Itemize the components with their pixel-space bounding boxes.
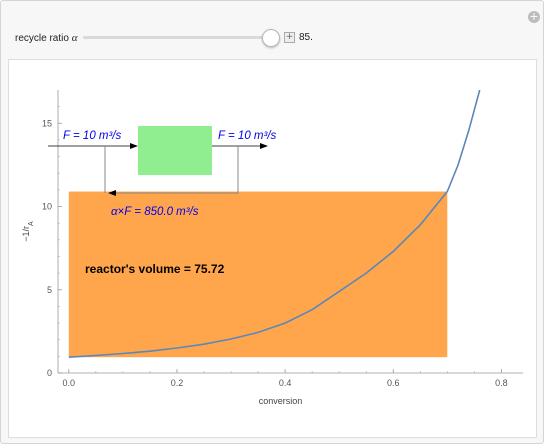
outlet-flow-label: F = 10 m³/s [218,130,277,142]
x-tick-label: 0.6 [387,378,400,388]
plus-circle-icon[interactable]: + [528,11,540,23]
recycle-ratio-value: 85. [299,32,313,43]
recycle-flow-label: α×F = 850.0 m³/s [111,206,199,218]
recycle-ratio-slider-thumb[interactable] [262,29,280,47]
y-axis-label: −1/rA [21,221,35,242]
x-axis-label: conversion [259,396,303,406]
recycle-ratio-label: recycle ratio α [15,32,78,44]
y-tick-label: 15 [42,118,52,128]
plot-area: 0.0 0.2 0.4 0.6 0.8 0 5 10 15 conversion −1/rA F =… [8,59,537,438]
conversion-chart: 0.0 0.2 0.4 0.6 0.8 0 5 10 15 conversion −1/rA F =… [21,90,523,406]
reactor-volume-label: reactor's volume = 75.72 [85,262,225,276]
demonstration-panel: + recycle ratio α + 85. 0.0 0.2 0.4 0.6 0.8 0… [0,0,544,444]
feed-flow-label: F = 10 m³/s [63,130,122,142]
outlet-arrowhead [260,143,268,149]
y-tick-label: 0 [47,368,52,378]
x-tick-label: 0.0 [63,378,76,388]
plus-icon[interactable]: + [284,32,295,43]
x-tick-label: 0.8 [495,378,508,388]
x-tick-label: 0.2 [171,378,184,388]
reactor-box [138,126,212,175]
y-tick-label: 10 [42,202,52,212]
y-tick-label: 5 [47,285,52,295]
feed-arrowhead [130,143,138,149]
recycle-ratio-slider[interactable] [83,36,280,39]
x-tick-label: 0.4 [279,378,292,388]
